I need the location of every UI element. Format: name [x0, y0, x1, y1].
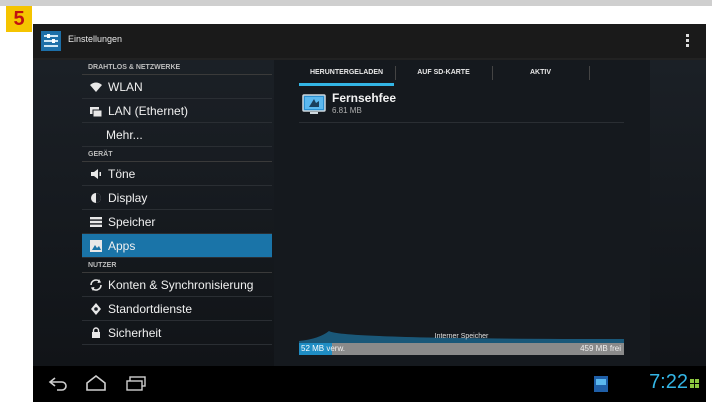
storage-used-suffix: verw. — [324, 344, 346, 353]
step-number-badge: 5 — [6, 6, 32, 32]
app-list-item[interactable]: Fernsehfee 6.81 MB — [299, 90, 624, 123]
apps-detail-pane: HERUNTERGELADEN AUF SD-KARTE AKTIV Ferns… — [274, 60, 650, 366]
wifi-icon — [90, 82, 102, 92]
app-name: Fernsehfee — [332, 91, 397, 105]
storage-free-text: 459 MB frei — [580, 344, 621, 353]
menu-item-security[interactable]: Sicherheit — [82, 321, 272, 345]
apps-tab-bar: HERUNTERGELADEN AUF SD-KARTE AKTIV — [299, 60, 599, 86]
app-title: Einstellungen — [68, 34, 123, 44]
menu-item-accounts[interactable]: Konten & Synchronisierung — [82, 273, 272, 297]
system-navigation-bar: 7:22 — [33, 366, 706, 402]
tab-downloaded[interactable]: HERUNTERGELADEN — [299, 60, 394, 86]
menu-item-label: Display — [108, 191, 148, 205]
tab-sd-card[interactable]: AUF SD-KARTE — [396, 60, 491, 86]
menu-item-location[interactable]: Standortdienste — [82, 297, 272, 321]
menu-item-label: Mehr... — [106, 128, 143, 142]
internal-storage-bar: Interner Speicher 52 MB verw. 459 MB fre… — [299, 331, 624, 359]
lock-icon — [92, 327, 100, 338]
menu-item-label: Standortdienste — [108, 302, 193, 316]
notification-app-icon[interactable] — [594, 376, 608, 392]
section-header-wireless: DRAHTLOS & NETZWERKE — [82, 60, 272, 75]
menu-item-label: Sicherheit — [108, 326, 162, 340]
network-status-icon — [690, 379, 699, 388]
menu-item-lan[interactable]: LAN (Ethernet) — [82, 99, 272, 123]
section-header-user: NUTZER — [82, 258, 272, 273]
settings-category-list: DRAHTLOS & NETZWERKE WLAN LAN (Ethernet)… — [82, 60, 272, 366]
location-icon — [91, 303, 101, 315]
menu-item-sound[interactable]: Töne — [82, 162, 272, 186]
back-button-icon[interactable] — [47, 375, 69, 391]
recent-apps-button-icon[interactable] — [125, 375, 147, 391]
settings-app-icon[interactable] — [41, 31, 61, 51]
storage-icon — [90, 217, 102, 227]
menu-item-display[interactable]: Display — [82, 186, 272, 210]
storage-used-text: 52 MB verw. — [301, 344, 345, 353]
tv-app-icon — [302, 94, 326, 114]
speaker-icon — [91, 169, 101, 179]
brightness-icon — [91, 193, 101, 203]
top-border-strip — [0, 0, 712, 6]
menu-item-apps[interactable]: Apps — [82, 234, 272, 258]
settings-content: DRAHTLOS & NETZWERKE WLAN LAN (Ethernet)… — [33, 60, 706, 366]
menu-item-label: Konten & Synchronisierung — [108, 278, 254, 292]
menu-item-more[interactable]: Mehr... — [82, 123, 272, 147]
ethernet-icon — [90, 107, 103, 118]
storage-label: Interner Speicher — [434, 333, 489, 340]
menu-item-label: Apps — [108, 239, 136, 253]
app-size: 6.81 MB — [332, 106, 362, 115]
section-header-device: GERÄT — [82, 147, 272, 162]
tab-divider — [589, 66, 590, 80]
action-bar: Einstellungen — [33, 24, 706, 60]
menu-item-label: LAN (Ethernet) — [108, 104, 189, 118]
overflow-menu-icon[interactable] — [686, 34, 690, 48]
menu-item-label: Speicher — [108, 215, 156, 229]
tab-running[interactable]: AKTIV — [493, 60, 588, 86]
storage-used-value: 52 MB — [301, 344, 325, 353]
status-clock[interactable]: 7:22 — [649, 371, 688, 394]
sync-icon — [90, 279, 102, 291]
menu-item-storage[interactable]: Speicher — [82, 210, 272, 234]
menu-item-label: WLAN — [108, 80, 143, 94]
tablet-screen: Einstellungen DRAHTLOS & NETZWERKE WLAN … — [33, 24, 706, 402]
storage-track — [299, 343, 624, 355]
home-button-icon[interactable] — [85, 375, 107, 391]
menu-item-wlan[interactable]: WLAN — [82, 75, 272, 99]
menu-item-label: Töne — [108, 167, 136, 181]
apps-icon — [90, 240, 102, 252]
